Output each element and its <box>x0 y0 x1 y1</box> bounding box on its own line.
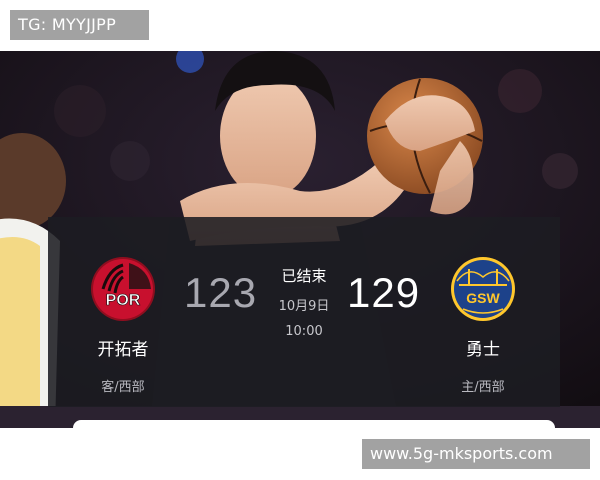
home-logo-text: GSW <box>466 290 500 306</box>
game-date: 10月9日 <box>278 299 330 314</box>
away-score: 123 <box>184 269 258 316</box>
game-status: 已结束 10月9日 10:00 <box>262 265 346 339</box>
bottom-watermark: www.5g-mksports.com <box>362 439 590 469</box>
away-team-side: 客/西部 <box>101 380 145 395</box>
home-score: 129 <box>347 269 421 316</box>
away-team-name: 开拓者 <box>97 340 149 360</box>
game-time: 10:00 <box>285 324 323 339</box>
away-team[interactable]: POR 开拓者 客/西部 <box>68 255 178 395</box>
home-team[interactable]: GSW 勇士 主/西部 <box>428 255 538 395</box>
next-card-edge <box>73 420 555 432</box>
game-state: 已结束 <box>281 267 327 285</box>
warriors-logo: GSW <box>449 255 517 323</box>
away-logo-text: POR <box>106 292 141 309</box>
home-team-side: 主/西部 <box>461 380 505 395</box>
score-panel: POR 开拓者 客/西部 123 已结束 10月9日 10:00 129 GSW… <box>48 217 560 407</box>
home-team-name: 勇士 <box>466 340 500 360</box>
trail-blazers-logo: POR <box>89 255 157 323</box>
top-watermark: TG: MYYJJPP <box>10 10 149 40</box>
